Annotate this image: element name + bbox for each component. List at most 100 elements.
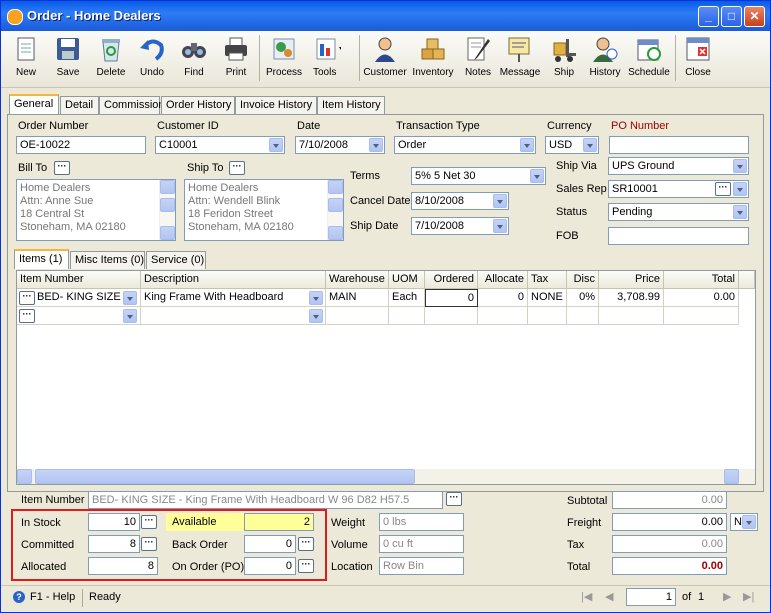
scroll-thumb[interactable]	[328, 198, 343, 212]
tax-cell[interactable]	[528, 307, 567, 325]
allocate-cell[interactable]	[478, 307, 528, 325]
tools-button[interactable]: Tools	[309, 33, 353, 85]
delete-button[interactable]: Delete	[93, 33, 129, 85]
ordered-cell[interactable]	[425, 307, 478, 325]
ordered-cell[interactable]: 0	[425, 289, 478, 307]
address-scrollbar[interactable]	[327, 180, 343, 240]
tab-item-history[interactable]: Item History	[317, 96, 385, 114]
chevron-down-icon[interactable]	[269, 138, 283, 152]
tab-service[interactable]: Service (0)	[146, 251, 206, 269]
ship-button[interactable]: Ship	[547, 33, 581, 85]
chevron-down-icon[interactable]	[123, 291, 137, 305]
chevron-down-icon[interactable]	[520, 138, 534, 152]
chevron-down-icon[interactable]	[493, 219, 507, 233]
column-header-description[interactable]: Description	[141, 271, 326, 289]
currency-select[interactable]: USD	[545, 136, 599, 154]
chevron-down-icon[interactable]	[733, 182, 747, 196]
customer-id-select[interactable]: C10001	[155, 136, 285, 154]
uom-cell[interactable]	[389, 307, 425, 325]
freight-taxable-select[interactable]: N	[730, 513, 758, 531]
schedule-button[interactable]: Schedule	[627, 33, 671, 85]
tab-invoice-history[interactable]: Invoice History	[235, 96, 317, 114]
description-cell[interactable]: King Frame With Headboard	[141, 289, 326, 307]
cancel-date-field[interactable]: 8/10/2008	[411, 192, 509, 210]
next-page-icon[interactable]: ▶	[723, 590, 731, 603]
scroll-down-icon[interactable]	[160, 226, 175, 240]
chevron-down-icon[interactable]	[369, 138, 383, 152]
chevron-down-icon[interactable]	[493, 194, 507, 208]
column-header-allocate[interactable]: Allocate	[478, 271, 528, 289]
chevron-down-icon[interactable]	[733, 205, 747, 219]
date-field[interactable]: 7/10/2008	[295, 136, 385, 154]
notes-button[interactable]: Notes	[461, 33, 495, 85]
chevron-down-icon[interactable]	[530, 169, 544, 183]
bill-to-address[interactable]: Home Dealers Attn: Anne Sue 18 Central S…	[16, 179, 176, 241]
save-button[interactable]: Save	[51, 33, 85, 85]
po-number-field[interactable]	[609, 136, 749, 154]
item-lookup-button[interactable]: ···	[19, 309, 35, 323]
chevron-down-icon[interactable]	[309, 309, 323, 323]
scroll-down-icon[interactable]	[328, 226, 343, 240]
transaction-type-select[interactable]: Order	[394, 136, 536, 154]
tab-order-history[interactable]: Order History	[161, 96, 235, 114]
scroll-right-icon[interactable]	[724, 469, 739, 484]
scroll-up-icon[interactable]	[160, 180, 175, 194]
description-cell[interactable]	[141, 307, 326, 325]
horizontal-scrollbar[interactable]	[17, 469, 755, 484]
history-button[interactable]: History	[587, 33, 623, 85]
total-cell[interactable]: 0.00	[664, 289, 739, 307]
price-cell[interactable]: 3,708.99	[599, 289, 664, 307]
close-window-button[interactable]: ✕	[744, 6, 765, 27]
disc-cell[interactable]: 0%	[567, 289, 599, 307]
column-header-tax[interactable]: Tax	[528, 271, 567, 289]
address-scrollbar[interactable]	[159, 180, 175, 240]
tax-cell[interactable]: NONE	[528, 289, 567, 307]
new-button[interactable]: New	[9, 33, 43, 85]
tab-detail[interactable]: Detail	[60, 96, 99, 114]
customer-button[interactable]: Customer	[363, 33, 407, 85]
ship-date-field[interactable]: 7/10/2008	[411, 217, 509, 235]
column-header-uom[interactable]: UOM	[389, 271, 425, 289]
tab-general[interactable]: General	[9, 94, 59, 114]
freight-field[interactable]: 0.00	[612, 513, 727, 531]
chevron-down-icon[interactable]	[123, 309, 137, 323]
first-page-icon[interactable]: |◀	[581, 590, 592, 603]
total-cell[interactable]	[664, 307, 739, 325]
order-number-field[interactable]: OE-10022	[16, 136, 146, 154]
sales-rep-lookup-button[interactable]: ···	[715, 182, 731, 196]
help-text[interactable]: F1 - Help	[30, 591, 75, 603]
scroll-up-icon[interactable]	[328, 180, 343, 194]
item-detail-button[interactable]: ···	[446, 492, 462, 506]
warehouse-cell[interactable]: MAIN	[326, 289, 389, 307]
bill-to-lookup-button[interactable]: ···	[54, 161, 70, 175]
allocate-cell[interactable]: 0	[478, 289, 528, 307]
column-header-price[interactable]: Price	[599, 271, 664, 289]
maximize-button[interactable]: □	[721, 6, 742, 27]
print-button[interactable]: Print	[219, 33, 253, 85]
inventory-button[interactable]: Inventory	[411, 33, 455, 85]
tab-commission[interactable]: Commission	[99, 96, 165, 114]
chevron-down-icon[interactable]	[742, 515, 756, 529]
last-page-icon[interactable]: ▶|	[743, 590, 754, 603]
minimize-button[interactable]: _	[698, 6, 719, 27]
undo-button[interactable]: Undo	[135, 33, 169, 85]
ship-to-address[interactable]: Home Dealers Attn: Wendell Blink 18 Feri…	[184, 179, 344, 241]
process-button[interactable]: Process	[265, 33, 303, 85]
warehouse-cell[interactable]	[326, 307, 389, 325]
status-select[interactable]: Pending	[608, 203, 749, 221]
previous-page-icon[interactable]: ◀	[605, 590, 613, 603]
close-button[interactable]: Close	[681, 33, 715, 85]
column-header-item-number[interactable]: Item Number	[17, 271, 141, 289]
chevron-down-icon[interactable]	[733, 159, 747, 173]
terms-select[interactable]: 5% 5 Net 30	[411, 167, 546, 185]
price-cell[interactable]	[599, 307, 664, 325]
uom-cell[interactable]: Each	[389, 289, 425, 307]
disc-cell[interactable]	[567, 307, 599, 325]
page-number-input[interactable]: 1	[626, 588, 676, 606]
scroll-thumb[interactable]	[35, 469, 415, 484]
column-header-warehouse[interactable]: Warehouse	[326, 271, 389, 289]
column-header-ordered[interactable]: Ordered	[425, 271, 478, 289]
chevron-down-icon[interactable]	[583, 138, 597, 152]
find-button[interactable]: Find	[177, 33, 211, 85]
scroll-thumb[interactable]	[160, 198, 175, 212]
